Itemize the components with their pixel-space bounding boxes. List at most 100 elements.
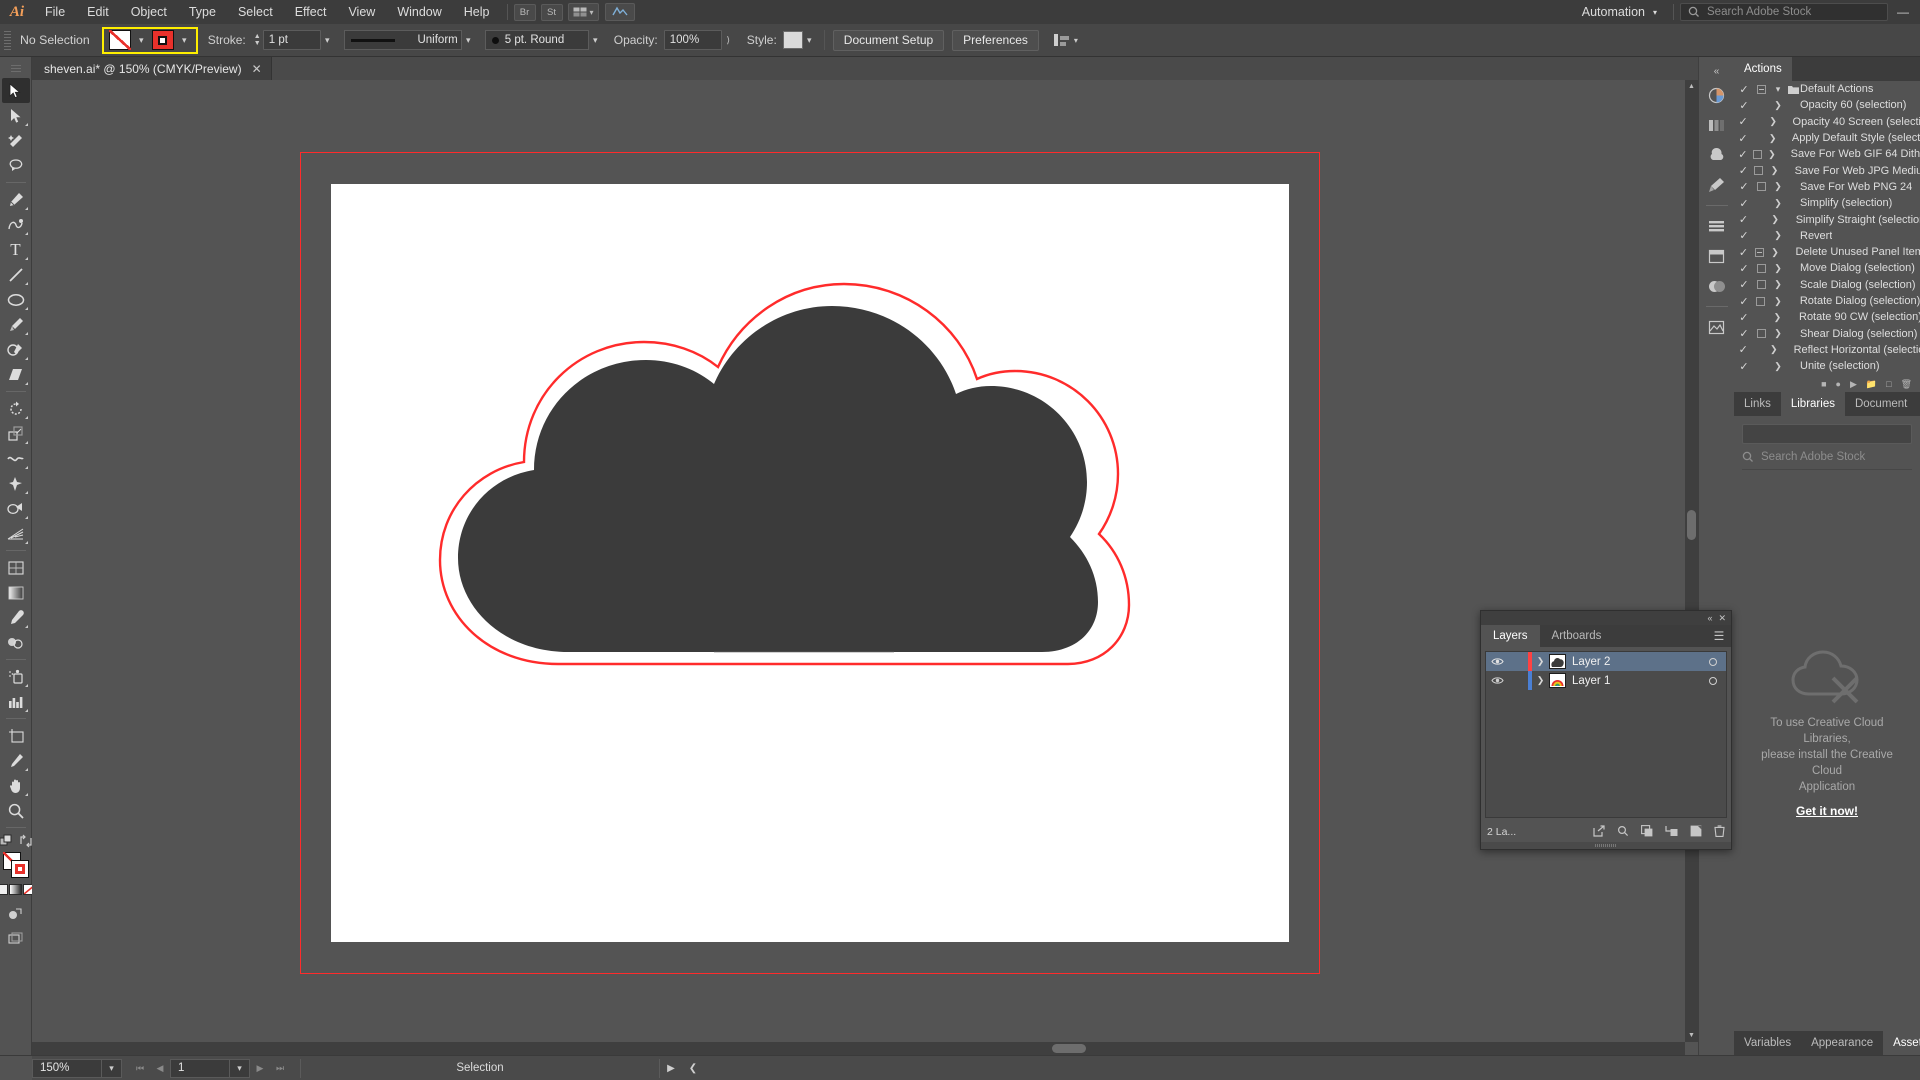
chevron-right-icon[interactable]: ❯ — [1765, 149, 1779, 160]
blend-tool[interactable] — [2, 630, 30, 655]
canvas-area[interactable]: ▲ ▼ — [32, 80, 1698, 1055]
check-icon[interactable]: ✓ — [1736, 115, 1750, 128]
fill-chevron-down-icon[interactable]: ▾ — [135, 30, 148, 50]
graphic-style-swatch[interactable] — [782, 31, 803, 49]
check-icon[interactable]: ✓ — [1736, 295, 1752, 308]
menu-edit[interactable]: Edit — [76, 0, 120, 24]
cloud-shape[interactable] — [428, 264, 1140, 687]
expand-panels-icon[interactable]: « — [1699, 63, 1735, 79]
create-new-action-icon[interactable]: □ — [1886, 379, 1891, 389]
dialog-toggle-icon[interactable] — [1752, 84, 1770, 94]
layer-name[interactable]: Layer 1 — [1572, 675, 1700, 687]
target-indicator[interactable] — [1700, 657, 1726, 666]
chevron-right-icon[interactable]: ❯ — [1770, 328, 1786, 339]
layers-panel-titlebar[interactable]: « ✕ — [1481, 611, 1731, 625]
check-icon[interactable]: ✓ — [1736, 99, 1752, 112]
fill-and-stroke-indicator[interactable] — [2, 852, 29, 878]
arrange-documents-icon[interactable]: ▾ — [567, 3, 599, 21]
check-icon[interactable]: ✓ — [1736, 327, 1752, 340]
selection-tool[interactable] — [1, 78, 30, 103]
panel-resize-grip[interactable] — [1481, 842, 1731, 849]
vertical-scroll-thumb[interactable] — [1687, 510, 1696, 540]
tab-links[interactable]: Links — [1734, 392, 1781, 416]
actions-row[interactable]: ✓ ❯ Simplify (selection) — [1734, 195, 1920, 211]
edit-toolbar-icon[interactable] — [0, 834, 14, 848]
dialog-toggle-icon[interactable] — [1752, 296, 1770, 306]
menu-file[interactable]: File — [34, 0, 76, 24]
bridge-icon[interactable]: Br — [513, 3, 536, 21]
search-icon[interactable] — [1617, 825, 1629, 840]
check-icon[interactable]: ✓ — [1736, 262, 1752, 275]
pathfinder-panel-icon[interactable] — [1703, 272, 1731, 300]
zoom-chevron-down-icon[interactable]: ▾ — [102, 1058, 122, 1078]
tab-libraries[interactable]: Libraries — [1780, 392, 1845, 416]
stroke-chevron-down-icon[interactable]: ▾ — [178, 30, 191, 50]
delete-selection-icon[interactable]: 🗑 — [1901, 379, 1912, 390]
tab-document[interactable]: Document — [1844, 392, 1918, 416]
chevron-right-icon[interactable]: ❯ — [1770, 198, 1786, 209]
brushes-panel-icon[interactable] — [1703, 171, 1731, 199]
tab-variables[interactable]: Variables — [1734, 1031, 1802, 1055]
stroke-profile-chevron-down-icon[interactable]: ▾ — [462, 30, 475, 50]
chevron-right-icon[interactable]: ❯ — [1768, 247, 1783, 258]
drawing-modes-icon[interactable] — [2, 901, 30, 926]
make-clipping-mask-icon[interactable] — [1641, 824, 1653, 840]
control-bar-grip[interactable] — [4, 29, 11, 51]
stop-playing-icon[interactable]: ■ — [1821, 379, 1826, 389]
opacity-input[interactable]: 100% — [663, 30, 722, 50]
dialog-toggle-icon[interactable] — [1752, 182, 1770, 192]
paintbrush-tool[interactable] — [2, 312, 30, 337]
preferences-button[interactable]: Preferences — [952, 29, 1039, 51]
layer-name[interactable]: Layer 2 — [1572, 656, 1700, 668]
tab-artboards[interactable]: Artboards — [1540, 625, 1614, 647]
scale-tool[interactable] — [2, 421, 30, 446]
stroke-color-swatch[interactable] — [151, 30, 174, 50]
rotate-tool[interactable] — [2, 396, 30, 421]
width-tool[interactable] — [2, 446, 30, 471]
actions-row[interactable]: ✓ ❯ Opacity 40 Screen (selection) — [1734, 114, 1920, 130]
brush-definition-select[interactable]: 5 pt. Round — [484, 30, 589, 50]
panel-menu-icon[interactable]: ☰ — [1707, 625, 1731, 647]
stock-icon[interactable]: St — [540, 3, 563, 21]
delete-selection-icon[interactable] — [1714, 824, 1725, 840]
stroke-profile-select[interactable]: Uniform — [343, 30, 462, 50]
next-artboard-icon[interactable]: ▶ — [250, 1059, 270, 1078]
tab-layers[interactable]: Layers — [1481, 625, 1540, 647]
create-new-set-icon[interactable]: 📁 — [1866, 379, 1877, 390]
automation-menu[interactable]: Automation ▾ — [1572, 0, 1667, 24]
status-menu-icon[interactable]: ❮ — [682, 1063, 704, 1074]
horizontal-scroll-thumb[interactable] — [1052, 1044, 1086, 1053]
zoom-tool[interactable] — [2, 798, 30, 823]
chevron-right-icon[interactable]: ❯ — [1770, 100, 1786, 111]
chevron-right-icon[interactable]: ❯ — [1766, 133, 1780, 144]
close-icon[interactable]: ✕ — [252, 62, 262, 76]
chevron-right-icon[interactable]: ❯ — [1770, 230, 1786, 241]
check-icon[interactable]: ✓ — [1736, 278, 1752, 291]
gradient-tool[interactable] — [2, 580, 30, 605]
actions-row[interactable]: ✓ ❯ Shear Dialog (selection) — [1734, 325, 1920, 341]
check-icon[interactable]: ✓ — [1736, 311, 1752, 324]
layers-list[interactable]: ❯ Layer 2 ❯ Layer 1 — [1485, 651, 1727, 818]
actions-row[interactable]: ✓ ❯ Revert — [1734, 228, 1920, 244]
eraser-tool[interactable] — [2, 362, 30, 387]
collapse-icon[interactable]: « — [1707, 613, 1712, 623]
actions-row[interactable]: ✓ ❯ Save For Web PNG 24 — [1734, 179, 1920, 195]
artboard-chevron-down-icon[interactable]: ▾ — [230, 1058, 250, 1078]
chevron-right-icon[interactable]: ❯ — [1770, 361, 1786, 372]
eyedropper-tool[interactable] — [2, 605, 30, 630]
shape-builder-tool[interactable] — [2, 496, 30, 521]
dialog-toggle-icon[interactable] — [1752, 280, 1770, 290]
check-icon[interactable]: ✓ — [1736, 180, 1752, 193]
create-new-sublayer-icon[interactable] — [1665, 825, 1678, 840]
canvas-horizontal-scrollbar[interactable] — [32, 1042, 1685, 1055]
chevron-right-icon[interactable]: ❯ — [1769, 312, 1785, 323]
gradient-button-icon[interactable] — [9, 884, 22, 895]
color-button-icon[interactable] — [0, 884, 8, 895]
check-icon[interactable]: ✓ — [1736, 229, 1752, 242]
dialog-toggle-icon[interactable] — [1752, 263, 1770, 273]
ellipse-tool[interactable] — [2, 287, 30, 312]
target-indicator[interactable] — [1700, 676, 1726, 685]
actions-row[interactable]: ✓ ❯ Move Dialog (selection) — [1734, 260, 1920, 276]
check-icon[interactable]: ✓ — [1736, 148, 1750, 161]
chevron-right-icon[interactable]: ❯ — [1766, 116, 1780, 127]
